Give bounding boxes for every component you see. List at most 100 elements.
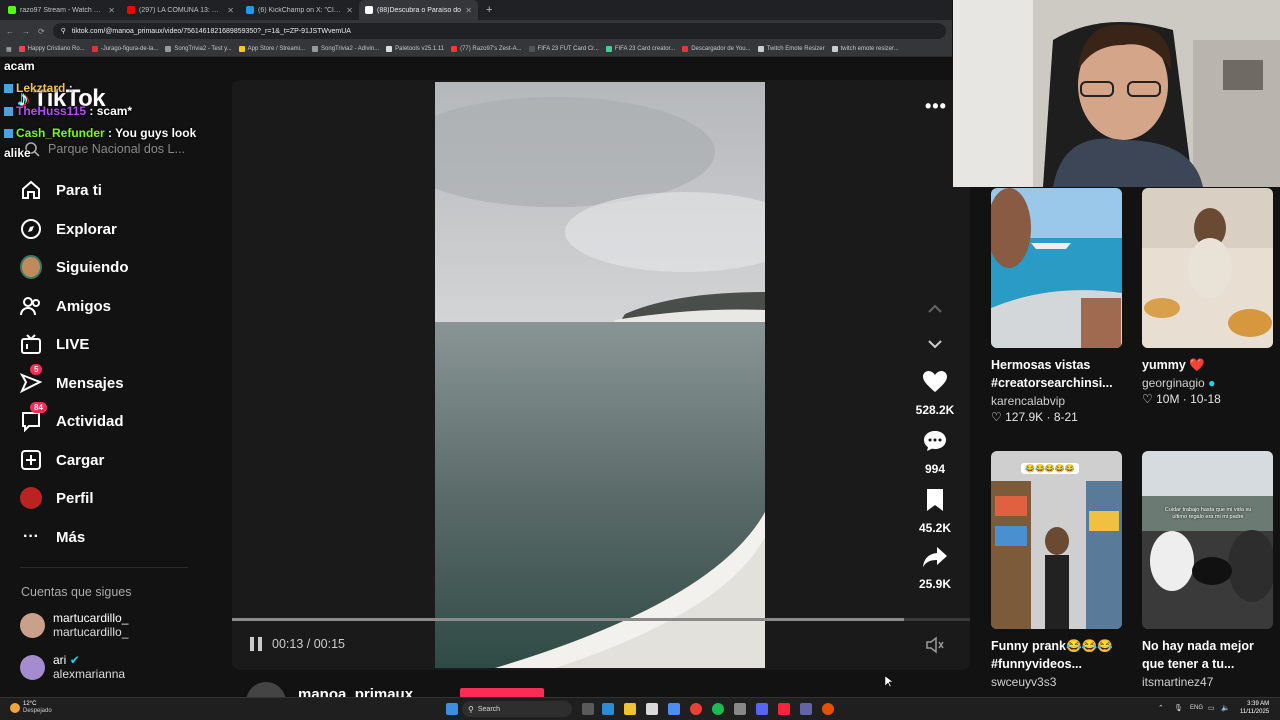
card-author[interactable]: itsmartinez47 [1142,675,1273,689]
bookmark-item[interactable]: Happy Cristiano Ro... [18,46,85,52]
mail-icon[interactable] [668,703,680,715]
back-icon[interactable]: ← [6,27,14,36]
followed-account[interactable]: ari ✔ alexmarianna [20,653,125,681]
browser-tab[interactable]: (6) KickChamp on X: "Clavicu ✕ [240,0,359,20]
like-count: 528.2K [915,403,955,417]
network-icon[interactable]: ▭ [1208,704,1215,712]
teams-icon[interactable] [800,703,812,715]
bookmark-favicon-icon [312,46,319,52]
friends-icon [20,295,42,317]
edge-icon[interactable] [602,703,614,715]
spotify-icon[interactable] [712,703,724,715]
bookmark-item[interactable]: twitch emote resizer... [831,46,899,52]
nav-item-actividad[interactable]: 84 Actividad [20,402,124,432]
nav-item-para-ti[interactable]: Para ti [20,179,102,201]
settings-icon[interactable] [734,703,746,715]
new-tab-button[interactable]: + [478,4,500,16]
bookmark-item[interactable]: (77) Razo97's Zest-A... [451,46,522,52]
browser-tab[interactable]: (88)Descubra o Paraíso do ✕ [359,0,478,20]
chat-text: : [68,81,73,95]
microphone-icon[interactable]: 🎙 [1174,704,1183,712]
reload-icon[interactable]: ⟳ [38,27,45,36]
chevron-up-icon[interactable] [926,302,944,316]
card-author[interactable]: karencalabvip [991,394,1122,408]
mute-icon[interactable] [925,636,945,654]
browser-tab[interactable]: (297) LA COMUNA 13: Un Barrio ✕ [121,0,240,20]
nav-item-explorar[interactable]: Explorar [20,218,117,240]
nav-item-amigos[interactable]: Amigos [20,295,111,317]
bookmark-item[interactable]: Paletools v25.1.11 [386,46,444,52]
recommended-card[interactable]: 😂😂😂😂😂 Funny prank😂😂😂 #funnyvideos... swc… [991,451,1122,689]
nav-item-mensajes[interactable]: 5 Mensajes [20,364,124,394]
account-handle: alexmarianna [53,667,126,681]
browser-tab[interactable]: razo97 Stream - Watch Live on ✕ [2,0,121,20]
nav-item-live[interactable]: LIVE [20,333,89,355]
chevron-down-icon[interactable] [926,337,944,351]
bookmark-item[interactable]: SongTrivia2 - Adivin... [312,46,379,52]
more-options-icon[interactable]: ••• [925,96,947,117]
card-date: 8-21 [1053,410,1078,424]
language-indicator[interactable]: ENG [1190,705,1203,711]
clock[interactable]: 3:39 AM 11/11/2025 [1240,700,1269,716]
taskbar-search[interactable]: ⚲ Search [462,701,572,717]
close-tab-icon[interactable]: ✕ [227,6,234,15]
store-icon[interactable] [646,703,658,715]
like-action[interactable]: 528.2K [910,370,960,417]
sidebar: ♪ TikTok Parque Nacional dos L... Para t… [0,57,232,697]
video-thumbnail [991,188,1122,348]
following-avatar-icon [20,255,42,279]
recommended-card[interactable]: yummy ❤️ georginagio ● ♡ 10M · 10-18 [1142,188,1273,406]
tab-title: razo97 Stream - Watch Live on [20,6,104,14]
bookmark-item[interactable]: App Store / Streami... [238,46,305,52]
site-info-icon[interactable]: ⚲ [61,27,66,35]
nav-item-label: Para ti [56,181,102,199]
video-player[interactable] [435,82,765,668]
url-field[interactable]: ⚲ tiktok.com/@manoa_primaux/video/756146… [52,23,946,39]
recommended-card[interactable]: Hermosas vistas #creatorsearchinsi... ka… [991,188,1122,424]
nav-item-cargar[interactable]: Cargar [20,449,104,471]
weather-widget[interactable]: 12°C Despejado [10,701,52,715]
nav-item-m-s[interactable]: ··· Más [20,526,85,548]
windows-start-icon[interactable] [446,703,458,715]
tab-title: (6) KickChamp on X: "Clavicu [258,6,343,14]
chrome-icon[interactable] [690,703,702,715]
apps-icon[interactable]: ▦ [6,46,12,53]
bookmark-item[interactable]: -Jurago-figura-de-la... [91,46,158,52]
bookmark-item[interactable]: FIFA 23 Card creator... [605,46,675,52]
file-explorer-icon[interactable] [624,703,636,715]
recommended-card[interactable]: Cuidar trabajo hasta que mi vida su ulti… [1142,451,1273,689]
comment-action[interactable]: 994 [910,429,960,476]
nav-item-perfil[interactable]: Perfil [20,487,94,509]
video-progress-bar[interactable] [232,618,970,621]
bookmark-item[interactable]: Descargador de You... [682,46,751,52]
forward-icon[interactable]: → [22,27,30,36]
obs-icon[interactable] [822,703,834,715]
chat-text: : You guys look [108,126,197,140]
save-action[interactable]: 45.2K [910,488,960,535]
tray-chevron-icon[interactable]: ⌃ [1158,704,1164,712]
nav-item-label: Amigos [56,297,112,315]
bookmark-item[interactable]: Twitch Emote Resizer [757,46,825,52]
pause-icon[interactable] [250,637,262,651]
bookmark-label: twitch emote resizer... [840,46,899,52]
address-bar-row: ← → ⟳ ⚲ tiktok.com/@manoa_primaux/video/… [0,20,952,42]
music-icon[interactable] [778,703,790,715]
close-tab-icon[interactable]: ✕ [108,6,115,15]
close-tab-icon[interactable]: ✕ [346,6,353,15]
volume-icon[interactable]: 🔈 [1221,704,1230,712]
bookmark-favicon-icon [831,46,838,52]
chat-username: Cash_Refunder [16,126,105,140]
share-action[interactable]: 25.9K [910,546,960,591]
nav-item-siguiendo[interactable]: Siguiendo [20,255,129,279]
card-author[interactable]: swceuyv3s3 [991,675,1122,689]
discord-icon[interactable] [756,703,768,715]
card-author[interactable]: georginagio [1142,376,1205,390]
tab-title: (297) LA COMUNA 13: Un Barrio [139,6,223,14]
chat-username: TheHuss115 [16,104,87,118]
nav-item-label: Explorar [56,220,117,238]
task-view-icon[interactable] [582,703,594,715]
close-tab-icon[interactable]: ✕ [465,6,472,15]
followed-account[interactable]: martucardillo_ martucardillo_ [20,611,128,639]
bookmark-item[interactable]: FIFA 23 FUT Card Cr... [528,46,599,52]
bookmark-item[interactable]: SongTrivia2 - Test y... [165,46,232,52]
